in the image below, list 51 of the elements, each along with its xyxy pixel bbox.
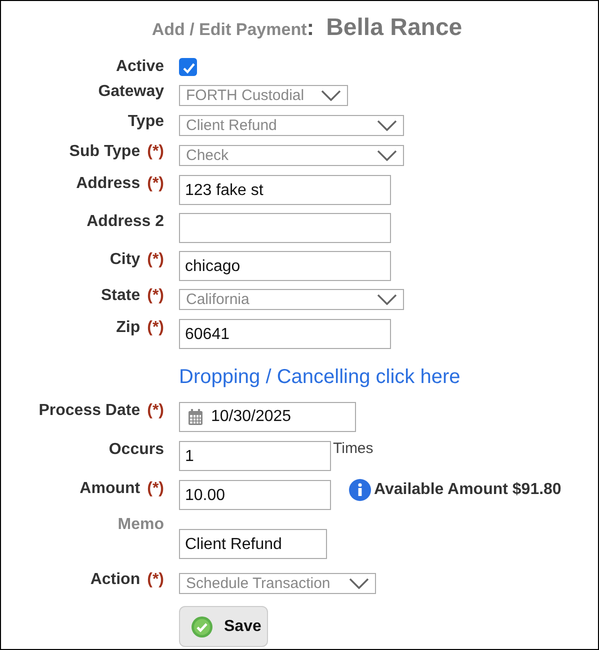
- required-mark: (*): [147, 480, 164, 498]
- page-title: Add / Edit Payment: [152, 20, 307, 39]
- input-field[interactable]: [179, 213, 391, 243]
- info-icon: [349, 479, 371, 501]
- field-label: Occurs: [108, 441, 164, 459]
- date-field[interactable]: 10/30/2025: [179, 402, 356, 432]
- field-label: Memo: [118, 516, 164, 534]
- field-label: Gateway: [98, 83, 164, 101]
- input-field[interactable]: chicago: [179, 251, 391, 281]
- required-mark: (*): [147, 402, 164, 420]
- required-mark: (*): [147, 251, 164, 269]
- checkbox[interactable]: [179, 58, 197, 76]
- chevron-icon: [377, 294, 397, 305]
- field-label: City: [110, 251, 140, 269]
- chevron-icon: [377, 150, 397, 161]
- field-label: Address: [76, 175, 140, 193]
- cancel-link[interactable]: Dropping / Cancelling click here: [179, 366, 460, 389]
- check-icon: [191, 616, 213, 638]
- calendar-icon: [188, 408, 203, 426]
- field-label: Active: [116, 58, 164, 76]
- field-label: Action: [90, 571, 140, 589]
- chevron-icon: [321, 90, 341, 101]
- input-field[interactable]: 123 fake st: [179, 175, 391, 205]
- field-label: Amount: [80, 480, 140, 498]
- input-field[interactable]: 10.00: [179, 480, 331, 510]
- input-field[interactable]: 1: [179, 441, 331, 471]
- field-label: State: [100, 287, 140, 305]
- chevron-icon: [349, 578, 369, 589]
- client-name: Bella Rance: [326, 14, 462, 41]
- chevron-icon: [377, 120, 397, 131]
- required-mark: (*): [147, 175, 164, 193]
- input-field[interactable]: Client Refund: [179, 529, 327, 559]
- field-label: Address 2: [86, 213, 164, 231]
- dropdown[interactable]: Schedule Transaction: [179, 573, 376, 594]
- input-field[interactable]: 60641: [179, 319, 391, 349]
- dropdown[interactable]: California: [179, 289, 404, 310]
- field-label: Sub Type: [69, 143, 140, 161]
- required-mark: (*): [147, 143, 164, 161]
- dropdown[interactable]: Check: [179, 145, 404, 166]
- suffix-text: Times: [333, 440, 374, 457]
- dropdown[interactable]: FORTH Custodial: [179, 85, 348, 106]
- required-mark: (*): [147, 287, 164, 305]
- title-separator: :: [306, 15, 314, 40]
- field-label: Type: [128, 113, 164, 131]
- field-label: Process Date: [38, 402, 140, 420]
- available-amount: Available Amount $91.80: [374, 481, 562, 499]
- required-mark: (*): [147, 319, 164, 337]
- required-mark: (*): [147, 571, 164, 589]
- field-label: Zip: [116, 319, 140, 337]
- save-button[interactable]: Save: [179, 606, 268, 647]
- dropdown[interactable]: Client Refund: [179, 115, 404, 136]
